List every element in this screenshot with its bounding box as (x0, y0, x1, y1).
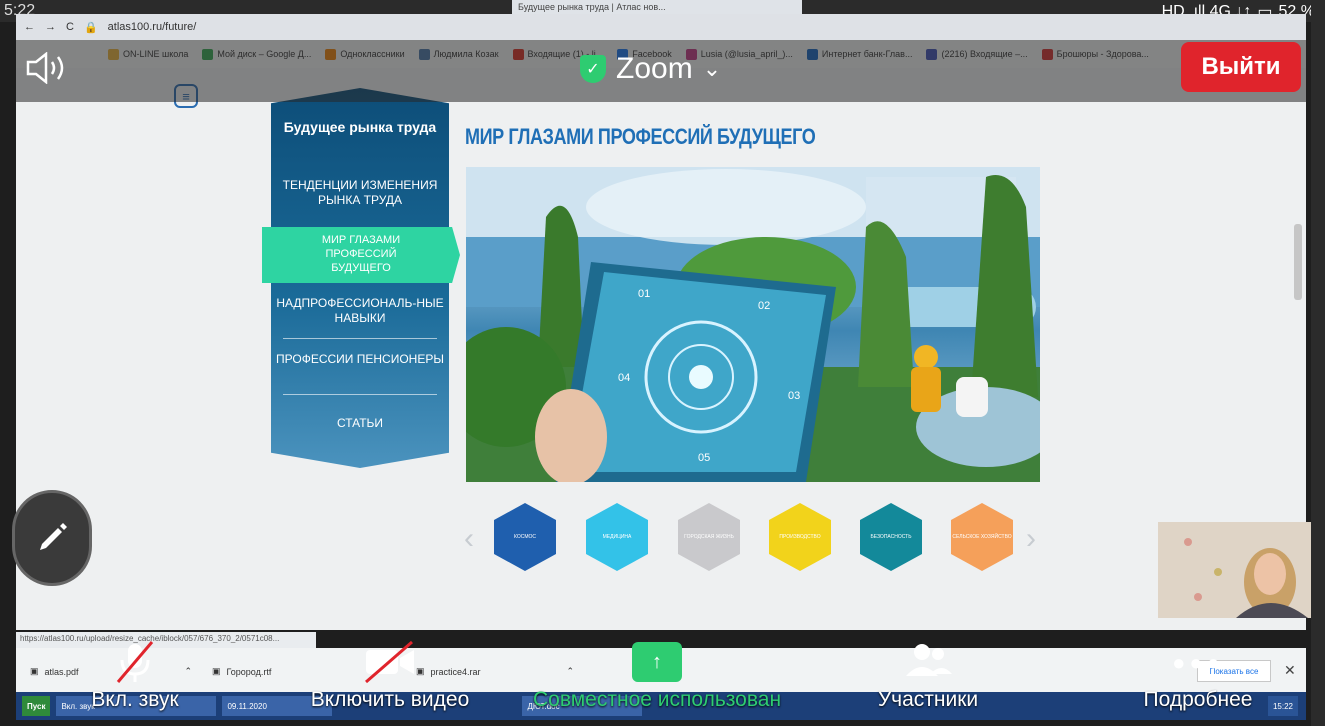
nav-item-active-future-world[interactable]: МИР ГЛАЗАМИ ПРОФЕССИЙ БУДУЩЕГО (262, 227, 460, 283)
tablet-label: 03 (788, 390, 800, 402)
browser-tab[interactable]: Будущее рынка труда | Атлас нов... (512, 0, 802, 14)
share-arrow-icon: ↑ (632, 642, 682, 682)
taskbar-clock: 15:22 (1267, 696, 1298, 716)
annotate-pen-button[interactable] (12, 490, 92, 586)
participant-avatar (1158, 522, 1325, 618)
unmute-button[interactable]: Вкл. звук (70, 636, 200, 711)
tablet-label: 04 (618, 372, 630, 384)
page-title: МИР ГЛАЗАМИ ПРОФЕССИЙ БУДУЩЕГО (465, 124, 816, 149)
participants-icon (906, 644, 952, 676)
unmute-label: Вкл. звук (91, 688, 179, 711)
chevron-down-icon: ⌄ (702, 56, 722, 81)
close-icon[interactable]: ✕ (1284, 662, 1296, 679)
nav-heading: Будущее рынка труда (283, 119, 437, 135)
leave-meeting-button[interactable]: Выйти (1181, 42, 1301, 92)
speaker-glyph (26, 51, 64, 85)
carousel-next-icon[interactable]: › (1026, 522, 1036, 556)
zoom-title-label: Zoom (616, 52, 693, 85)
reload-icon[interactable]: C (66, 21, 74, 33)
more-dots-icon: ●●● (1172, 650, 1224, 675)
camera-off-icon (365, 640, 414, 684)
browser-address-bar[interactable]: ← → C 🔒 atlas100.ru/future/ (16, 14, 1306, 40)
hero-art: 01 02 03 04 05 (466, 167, 1040, 482)
pencil-icon (40, 523, 67, 550)
zoom-meeting-title[interactable]: ✓ Zoom ⌄ (580, 52, 721, 86)
back-icon[interactable]: ← (24, 21, 35, 33)
more-button[interactable]: ●●● Подробнее (1138, 636, 1258, 711)
participant-video-thumbnail[interactable] (1158, 522, 1325, 618)
tablet-label: 02 (758, 300, 770, 312)
nav-item-articles[interactable]: СТАТЬИ (271, 416, 449, 431)
participants-button[interactable]: Участники (868, 636, 988, 711)
more-label: Подробнее (1143, 688, 1253, 711)
nav-item-active-label: МИР ГЛАЗАМИ ПРОФЕССИЙ БУДУЩЕГО (321, 234, 401, 274)
tablet-label: 01 (638, 288, 650, 300)
mic-muted-icon (116, 641, 154, 683)
shield-check-icon: ✓ (580, 55, 606, 83)
forward-icon[interactable]: → (45, 21, 56, 33)
nav-divider (283, 338, 437, 339)
share-label: Совместное использован (532, 688, 782, 711)
nav-item-trends[interactable]: ТЕНДЕНЦИИ ИЗМЕНЕНИЯ РЫНКА ТРУДА (271, 178, 449, 208)
rtf-file-icon: ▣ (212, 666, 221, 676)
carousel-prev-icon[interactable]: ‹ (464, 522, 474, 556)
pdf-file-icon: ▣ (30, 666, 39, 676)
tablet-label: 05 (698, 452, 710, 464)
download-name: Горород.rtf (226, 666, 272, 677)
speaker-icon[interactable] (24, 51, 72, 85)
start-button[interactable]: Пуск (22, 696, 51, 716)
url-text[interactable]: atlas100.ru/future/ (108, 21, 197, 33)
lock-icon: 🔒 (83, 21, 98, 34)
start-video-button[interactable]: Включить видео (310, 636, 470, 711)
nav-item-skills[interactable]: НАДПРОФЕССИОНАЛЬ-НЫЕ НАВЫКИ (271, 296, 449, 326)
download-item[interactable]: ▣ Горород.rtf (212, 666, 271, 677)
page-scrollbar[interactable] (1294, 224, 1302, 300)
nav-item-retired[interactable]: ПРОФЕССИИ ПЕНСИОНЕРЫ (271, 352, 449, 367)
nav-divider (283, 394, 437, 395)
participants-label: Участники (877, 688, 979, 711)
share-screen-button[interactable]: ↑ Совместное использован (533, 636, 781, 711)
start-video-label: Включить видео (310, 688, 470, 711)
screen-edge (1311, 0, 1325, 726)
hero-illustration: 01 02 03 04 05 (466, 167, 1040, 482)
